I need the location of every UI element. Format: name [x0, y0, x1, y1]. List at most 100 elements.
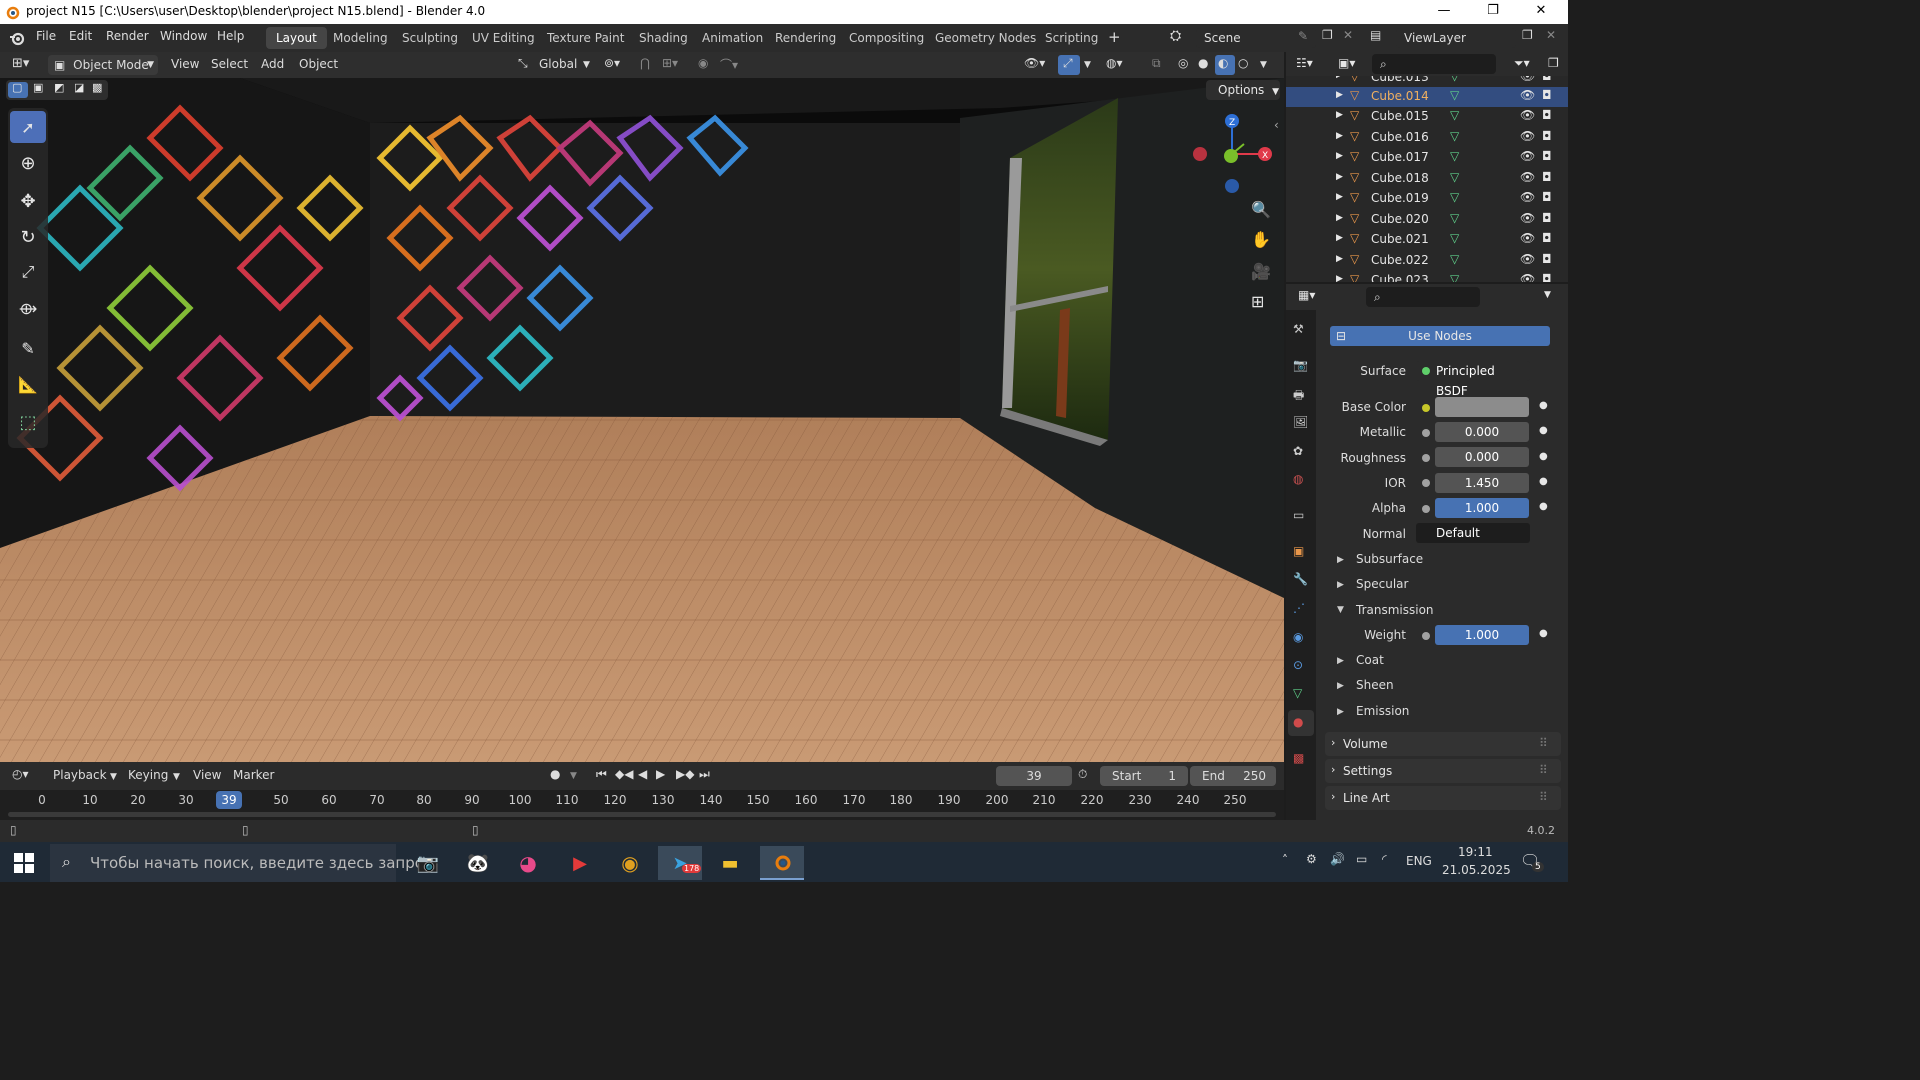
constraints-tab-icon[interactable]: ⊙: [1293, 658, 1303, 672]
normal-field[interactable]: Default: [1416, 523, 1530, 543]
expand-arrow-icon[interactable]: ▶: [1337, 656, 1344, 666]
jump-start-icon[interactable]: ⏮: [596, 767, 607, 782]
minimize-button[interactable]: —: [1434, 3, 1454, 18]
outliner-row[interactable]: ▶ ▽ Cube.017 ▽ 👁 ◘: [1286, 148, 1568, 168]
clock-date[interactable]: 21.05.2025: [1442, 863, 1511, 877]
delete-view-layer-icon[interactable]: ✕: [1546, 28, 1556, 42]
add-cube-tool[interactable]: ⬚: [10, 406, 46, 438]
surface-shader-field[interactable]: Principled BSDF: [1416, 361, 1530, 398]
eye-icon[interactable]: 👁: [1520, 88, 1535, 102]
drag-handle-icon[interactable]: ⠿: [1539, 763, 1548, 777]
object-tab-icon[interactable]: ▣: [1293, 544, 1304, 558]
outliner-row[interactable]: ▶ ▽ Cube.023 ▽ 👁 ◘: [1286, 271, 1568, 282]
blender-taskbar-icon[interactable]: [760, 846, 804, 880]
collapse-arrow-icon[interactable]: ▼: [1337, 605, 1344, 615]
color-app-icon[interactable]: ◕: [506, 846, 550, 880]
preview-range-icon[interactable]: ⏱: [1078, 767, 1087, 782]
telegram-icon[interactable]: ➤ 178: [658, 846, 702, 880]
chrome-icon[interactable]: ◉: [608, 846, 652, 880]
outliner-row[interactable]: ▶ ▽ Cube.015 ▽ 👁 ◘: [1286, 107, 1568, 127]
camera-render-icon[interactable]: ◘: [1542, 190, 1552, 204]
new-view-layer-icon[interactable]: ❐: [1522, 28, 1533, 42]
solid-shading-icon[interactable]: ●: [1198, 56, 1208, 70]
chevron-down-icon[interactable]: ▼: [1260, 60, 1267, 70]
camera-render-icon[interactable]: ◘: [1542, 129, 1552, 143]
media-app-icon[interactable]: ▶: [558, 846, 602, 880]
current-frame-field[interactable]: 39: [996, 766, 1072, 786]
camera-render-icon[interactable]: ◘: [1542, 76, 1552, 83]
play-icon[interactable]: ▶: [656, 767, 665, 781]
rendered-shading-icon[interactable]: ○: [1238, 56, 1248, 70]
base-color-swatch[interactable]: [1435, 397, 1529, 417]
keyframe-dot-icon[interactable]: ●: [1539, 628, 1548, 639]
camera-view-icon[interactable]: 🎥: [1251, 262, 1271, 281]
camera-app-icon[interactable]: 📷: [406, 846, 450, 880]
tl-menu-view[interactable]: View: [193, 768, 221, 782]
volume-icon[interactable]: 🔊: [1330, 852, 1345, 866]
eye-icon[interactable]: 👁: [1520, 170, 1535, 184]
eye-icon[interactable]: 👁: [1520, 231, 1535, 245]
vp-menu-object[interactable]: Object: [299, 57, 338, 71]
tab-geometry-nodes[interactable]: Geometry Nodes: [925, 27, 1046, 49]
texture-tab-icon[interactable]: ▩: [1293, 751, 1304, 765]
menu-file[interactable]: File: [36, 29, 56, 43]
use-nodes-button[interactable]: ⊟ Use Nodes: [1330, 326, 1550, 346]
blender-menu-icon[interactable]: [8, 29, 26, 47]
camera-render-icon[interactable]: ◘: [1542, 252, 1552, 266]
battery-icon[interactable]: ▭: [1356, 852, 1367, 866]
3d-viewport[interactable]: ▢ ▣ ◩ ◪ ▩ ➚ ⊕ ✥ ↻ ⤢ ⟴ ✎ 📐 ⬚ Options ▼ ‹ …: [0, 78, 1284, 762]
roughness-field[interactable]: 0.000: [1435, 447, 1529, 467]
alpha-field[interactable]: 1.000: [1435, 498, 1529, 518]
new-scene-icon[interactable]: ❐: [1322, 28, 1333, 42]
tl-menu-marker[interactable]: Marker: [233, 768, 274, 782]
pin-icon[interactable]: ✎: [1298, 29, 1308, 43]
options-dropdown[interactable]: Options ▼: [1206, 80, 1280, 100]
outliner-row[interactable]: ▶ ▽ Cube.019 ▽ 👁 ◘: [1286, 189, 1568, 209]
tab-uv-editing[interactable]: UV Editing: [462, 27, 545, 49]
measure-tool[interactable]: 📐: [10, 368, 46, 400]
start-button[interactable]: [2, 846, 46, 880]
auto-keying-icon[interactable]: ●: [550, 767, 560, 781]
outliner-editor-icon[interactable]: ☷▾: [1296, 56, 1313, 70]
camera-render-icon[interactable]: ◘: [1542, 88, 1552, 102]
menu-help[interactable]: Help: [217, 29, 244, 43]
tab-texture-paint[interactable]: Texture Paint: [537, 27, 634, 49]
emission-section[interactable]: Emission: [1356, 704, 1409, 718]
end-frame-field[interactable]: End 250: [1190, 766, 1276, 786]
transform-tool[interactable]: ⟴: [10, 292, 46, 324]
panda-app-icon[interactable]: 🐼: [456, 846, 500, 880]
tab-rendering[interactable]: Rendering: [765, 27, 846, 49]
select-invert-icon[interactable]: ◪: [74, 81, 84, 94]
chevron-down-icon[interactable]: ▼: [110, 772, 117, 782]
eye-icon[interactable]: 👁: [1520, 190, 1535, 204]
close-window-button[interactable]: ✕: [1531, 3, 1551, 18]
proportional-edit-icon[interactable]: ◉: [698, 56, 708, 70]
prev-keyframe-icon[interactable]: ◆◀: [615, 767, 633, 781]
eye-icon[interactable]: 👁: [1520, 211, 1535, 225]
keyframe-dot-icon[interactable]: ●: [1539, 425, 1548, 436]
timeline-scrollbar[interactable]: [8, 812, 1276, 817]
keyframe-dot-icon[interactable]: ●: [1539, 451, 1548, 462]
properties-search[interactable]: ⌕: [1366, 287, 1480, 307]
camera-render-icon[interactable]: ◘: [1542, 108, 1552, 122]
navigation-gizmo[interactable]: Z X: [1186, 108, 1276, 198]
cursor-tool[interactable]: ⊕: [10, 147, 46, 179]
vp-menu-add[interactable]: Add: [261, 57, 284, 71]
metallic-field[interactable]: 0.000: [1435, 422, 1529, 442]
transmission-section[interactable]: Transmission: [1356, 603, 1434, 617]
keyframe-dot-icon[interactable]: ●: [1539, 501, 1548, 512]
select-subtract-icon[interactable]: ◩: [54, 81, 64, 94]
overlay-icon[interactable]: ◍▾: [1106, 56, 1123, 70]
camera-render-icon[interactable]: ◘: [1542, 170, 1552, 184]
start-frame-field[interactable]: Start 1: [1100, 766, 1188, 786]
specular-section[interactable]: Specular: [1356, 577, 1408, 591]
delete-scene-icon[interactable]: ✕: [1343, 28, 1353, 42]
chevron-down-icon[interactable]: ▼: [1084, 60, 1091, 70]
new-collection-icon[interactable]: ❐: [1548, 56, 1559, 70]
eye-icon[interactable]: 👁: [1520, 129, 1535, 143]
perspective-grid-icon[interactable]: ⊞: [1251, 292, 1264, 311]
next-keyframe-icon[interactable]: ▶◆: [676, 767, 694, 781]
outliner-row[interactable]: ▶ ▽ Cube.021 ▽ 👁 ◘: [1286, 230, 1568, 250]
camera-render-icon[interactable]: ◘: [1542, 231, 1552, 245]
tab-shading[interactable]: Shading: [629, 27, 698, 49]
